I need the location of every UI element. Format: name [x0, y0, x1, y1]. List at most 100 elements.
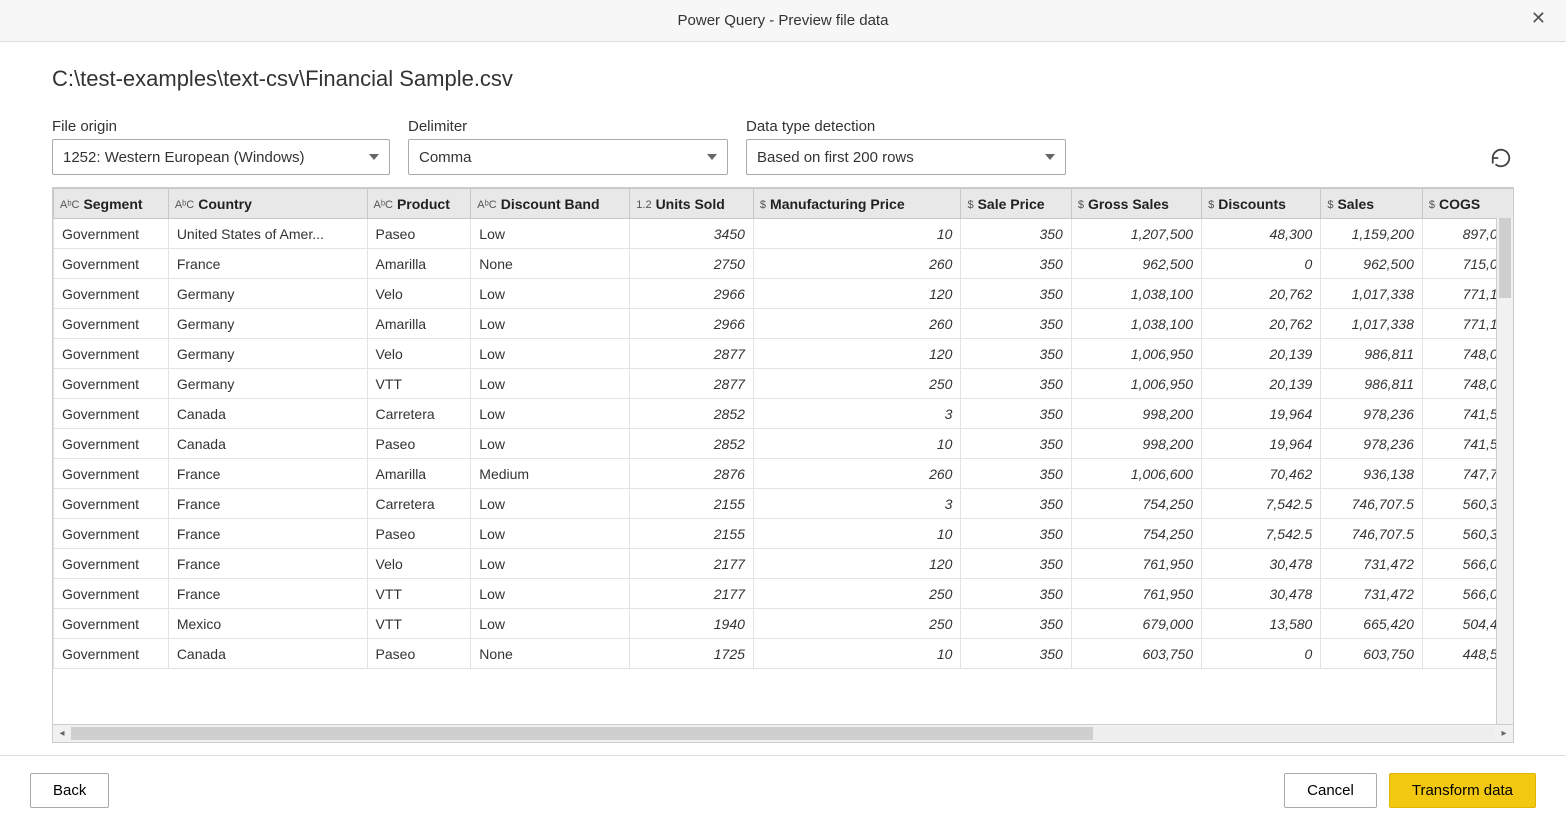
table-cell: France [168, 249, 367, 279]
table-cell: 350 [961, 249, 1071, 279]
column-header[interactable]: $ Sales [1321, 189, 1423, 219]
column-header-label: Sale Price [978, 196, 1045, 212]
table-cell: VTT [367, 369, 471, 399]
table-cell: Carretera [367, 399, 471, 429]
table-row[interactable]: GovernmentCanadaPaseoLow285210350998,200… [54, 429, 1514, 459]
table-cell: 2877 [630, 339, 754, 369]
table-row[interactable]: GovernmentFranceVTTLow2177250350761,9503… [54, 579, 1514, 609]
table-cell: 2750 [630, 249, 754, 279]
column-header[interactable]: 1.2Units Sold [630, 189, 754, 219]
table-cell: Paseo [367, 429, 471, 459]
table-row[interactable]: GovernmentFrancePaseoLow215510350754,250… [54, 519, 1514, 549]
column-header-label: Units Sold [656, 196, 725, 212]
horizontal-scrollbar[interactable]: ◂ ▸ [53, 724, 1513, 742]
table-cell: 731,472 [1321, 579, 1423, 609]
table-cell: 20,139 [1202, 339, 1321, 369]
scroll-right-icon[interactable]: ▸ [1495, 725, 1513, 742]
table-cell: 1,017,338 [1321, 279, 1423, 309]
column-header[interactable]: AᵇCProduct [367, 189, 471, 219]
column-header[interactable]: $Discounts [1202, 189, 1321, 219]
table-cell: 350 [961, 279, 1071, 309]
table-row[interactable]: GovernmentFranceAmarillaMedium2876260350… [54, 459, 1514, 489]
text-type-icon: AᵇC [374, 199, 393, 211]
table-cell: France [168, 579, 367, 609]
column-header[interactable]: $ Sale Price [961, 189, 1071, 219]
table-cell: Government [54, 279, 169, 309]
table-row[interactable]: GovernmentCanadaCarreteraLow28523350998,… [54, 399, 1514, 429]
table-cell: 2852 [630, 429, 754, 459]
table-row[interactable]: GovernmentGermanyAmarillaLow29662603501,… [54, 309, 1514, 339]
table-cell: 7,542.5 [1202, 519, 1321, 549]
table-cell: 3450 [630, 219, 754, 249]
table-cell: 962,500 [1071, 249, 1201, 279]
column-header[interactable]: $COGS [1422, 189, 1513, 219]
column-header-label: Gross Sales [1088, 196, 1169, 212]
column-header[interactable]: $Manufacturing Price [753, 189, 961, 219]
table-cell: Government [54, 219, 169, 249]
table-row[interactable]: GovernmentFranceVeloLow2177120350761,950… [54, 549, 1514, 579]
column-header[interactable]: AᵇCDiscount Band [471, 189, 630, 219]
table-row[interactable]: GovernmentGermanyVTTLow28772503501,006,9… [54, 369, 1514, 399]
table-cell: Low [471, 549, 630, 579]
chevron-down-icon [369, 154, 379, 160]
file-origin-dropdown[interactable]: 1252: Western European (Windows) [52, 139, 390, 175]
file-path: C:\test-examples\text-csv\Financial Samp… [52, 66, 1514, 92]
scrollbar-thumb[interactable] [1499, 218, 1511, 298]
cancel-button[interactable]: Cancel [1284, 773, 1377, 808]
table-row[interactable]: GovernmentCanadaPaseoNone172510350603,75… [54, 639, 1514, 669]
back-button[interactable]: Back [30, 773, 109, 808]
file-origin-value: 1252: Western European (Windows) [63, 149, 305, 166]
table-cell: France [168, 459, 367, 489]
table-cell: 70,462 [1202, 459, 1321, 489]
table-cell: 250 [753, 609, 961, 639]
table-cell: 0 [1202, 639, 1321, 669]
table-cell: Government [54, 489, 169, 519]
table-row[interactable]: GovernmentUnited States of Amer...PaseoL… [54, 219, 1514, 249]
scroll-left-icon[interactable]: ◂ [53, 725, 71, 742]
table-cell: 986,811 [1321, 339, 1423, 369]
text-type-icon: AᵇC [60, 199, 79, 211]
table-row[interactable]: GovernmentGermanyVeloLow29661203501,038,… [54, 279, 1514, 309]
table-row[interactable]: GovernmentFranceAmarillaNone275026035096… [54, 249, 1514, 279]
refresh-button[interactable] [1488, 145, 1514, 171]
table-cell: France [168, 489, 367, 519]
table-row[interactable]: GovernmentFranceCarreteraLow21553350754,… [54, 489, 1514, 519]
table-cell: 19,964 [1202, 399, 1321, 429]
table-cell: Low [471, 519, 630, 549]
column-header[interactable]: AᵇCCountry [168, 189, 367, 219]
table-cell: 7,542.5 [1202, 489, 1321, 519]
table-cell: 936,138 [1321, 459, 1423, 489]
table-cell: 30,478 [1202, 549, 1321, 579]
chevron-down-icon [1045, 154, 1055, 160]
table-cell: Low [471, 369, 630, 399]
table-cell: 10 [753, 429, 961, 459]
detection-dropdown[interactable]: Based on first 200 rows [746, 139, 1066, 175]
currency-type-icon: $ [967, 199, 973, 211]
table-cell: Low [471, 429, 630, 459]
currency-type-icon: $ [1208, 199, 1214, 211]
window-title: Power Query - Preview file data [678, 12, 889, 29]
table-cell: 350 [961, 579, 1071, 609]
table-cell: France [168, 549, 367, 579]
column-header-label: Discount Band [501, 196, 600, 212]
column-header-label: Sales [1337, 196, 1374, 212]
vertical-scrollbar[interactable] [1496, 218, 1513, 724]
table-cell: Germany [168, 339, 367, 369]
table-cell: Carretera [367, 489, 471, 519]
delimiter-dropdown[interactable]: Comma [408, 139, 728, 175]
table-row[interactable]: GovernmentMexicoVTTLow1940250350679,0001… [54, 609, 1514, 639]
column-header[interactable]: $Gross Sales [1071, 189, 1201, 219]
table-cell: Canada [168, 399, 367, 429]
scrollbar-thumb[interactable] [71, 727, 1093, 740]
currency-type-icon: $ [1327, 199, 1333, 211]
table-row[interactable]: GovernmentGermanyVeloLow28771203501,006,… [54, 339, 1514, 369]
close-icon[interactable]: ✕ [1523, 6, 1554, 31]
transform-data-button[interactable]: Transform data [1389, 773, 1536, 808]
table-cell: Low [471, 279, 630, 309]
table-cell: 978,236 [1321, 429, 1423, 459]
table-cell: 350 [961, 459, 1071, 489]
table-cell: 30,478 [1202, 579, 1321, 609]
table-cell: 350 [961, 519, 1071, 549]
column-header[interactable]: AᵇCSegment [54, 189, 169, 219]
table-cell: 761,950 [1071, 579, 1201, 609]
